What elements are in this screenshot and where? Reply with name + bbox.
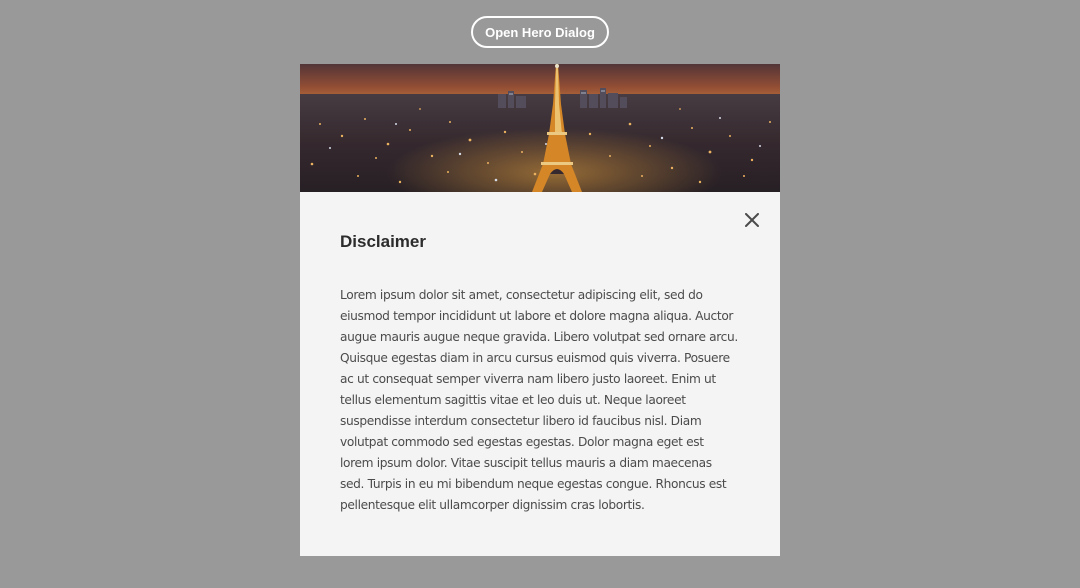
hero-dialog: Disclaimer Lorem ipsum dolor sit amet, c… xyxy=(300,64,780,556)
open-hero-dialog-button[interactable]: Open Hero Dialog xyxy=(471,16,609,48)
paris-eiffel-tower-night-image xyxy=(300,64,780,192)
dialog-title: Disclaimer xyxy=(340,232,426,251)
close-button[interactable] xyxy=(740,208,764,232)
dialog-body-text: Lorem ipsum dolor sit amet, consectetur … xyxy=(340,288,738,512)
close-icon xyxy=(745,213,759,227)
